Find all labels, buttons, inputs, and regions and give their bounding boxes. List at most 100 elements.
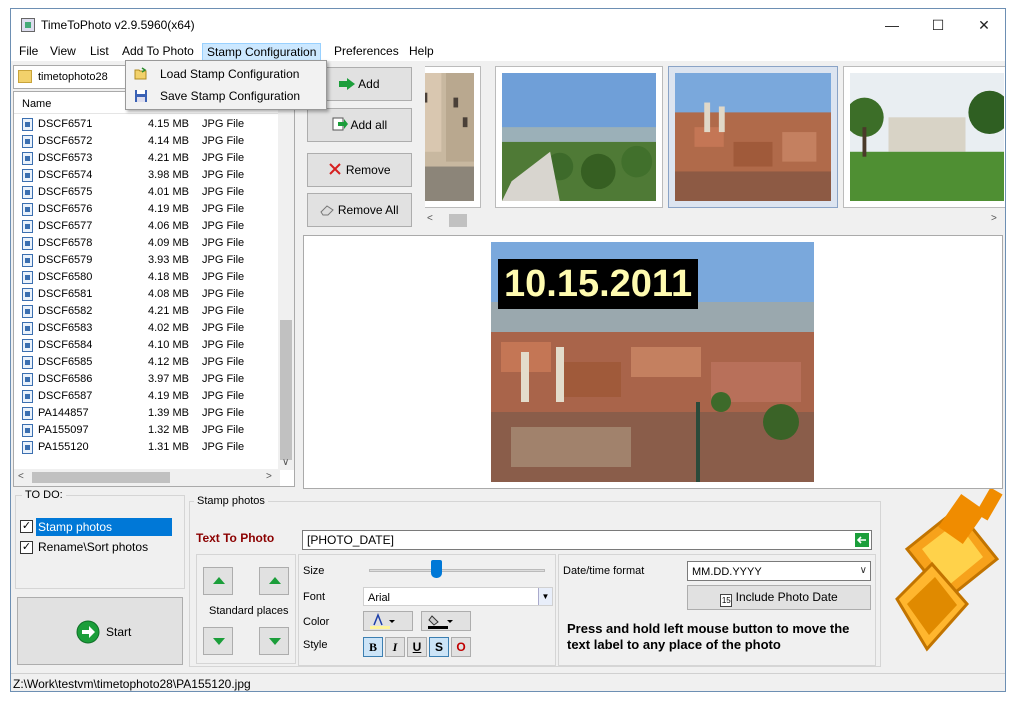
file-row[interactable]: PA155120 1.31 MB JPG File <box>14 439 280 456</box>
stamp-photos-checkbox[interactable]: ✓ <box>20 520 33 533</box>
apply-arrow-icon[interactable] <box>855 533 869 547</box>
file-list-hscroll[interactable]: < > <box>14 469 280 486</box>
add-all-button[interactable]: Add all <box>307 108 412 142</box>
file-row[interactable]: DSCF6586 3.97 MB JPG File <box>14 371 280 388</box>
thumbnail-1[interactable] <box>425 66 481 208</box>
remove-button[interactable]: Remove <box>307 153 412 187</box>
file-size: 4.19 MB <box>148 390 189 402</box>
text-color-button[interactable] <box>363 611 413 631</box>
menu-list[interactable]: List <box>86 43 113 61</box>
thumb-scroll-right-icon[interactable]: > <box>991 213 997 224</box>
underline-button[interactable]: U <box>407 637 427 657</box>
size-slider-thumb[interactable] <box>431 560 442 578</box>
maximize-button[interactable]: ☐ <box>915 9 961 41</box>
thumb-scroll-thumb[interactable] <box>449 214 467 227</box>
font-select[interactable]: Arial ▼ <box>363 587 553 606</box>
add-all-label: Add all <box>350 118 388 132</box>
file-list[interactable]: Name DSCF6571 4.15 MB JPG File DSCF6572 4.14… <box>13 91 295 487</box>
jpg-file-icon <box>22 390 33 403</box>
scroll-down-icon[interactable]: ∨ <box>282 457 289 468</box>
thumbnail-street-image <box>425 73 474 201</box>
date-format-dropdown-icon[interactable]: ∨ <box>860 562 867 580</box>
file-row[interactable]: DSCF6574 3.98 MB JPG File <box>14 167 280 184</box>
thumbnail-2[interactable] <box>495 66 663 208</box>
place-bottom-right-button[interactable] <box>259 627 289 655</box>
place-bottom-left-button[interactable] <box>203 627 233 655</box>
jpg-file-icon <box>22 356 33 369</box>
thumbnail-strip[interactable] <box>425 65 1005 209</box>
font-dropdown-icon[interactable]: ▼ <box>538 588 552 605</box>
file-row[interactable]: DSCF6571 4.15 MB JPG File <box>14 116 280 133</box>
file-row[interactable]: DSCF6573 4.21 MB JPG File <box>14 150 280 167</box>
background-color-button[interactable] <box>421 611 471 631</box>
menu-bar: File View List Add To Photo Stamp Config… <box>11 41 1005 61</box>
outline-button[interactable]: O <box>451 637 471 657</box>
remove-all-button[interactable]: Remove All <box>307 193 412 227</box>
menu-preferences[interactable]: Preferences <box>330 43 403 61</box>
file-row[interactable]: PA155097 1.32 MB JPG File <box>14 422 280 439</box>
file-size: 4.19 MB <box>148 203 189 215</box>
file-row[interactable]: DSCF6583 4.02 MB JPG File <box>14 320 280 337</box>
thumbnail-4[interactable] <box>843 66 1005 208</box>
thumb-scroll-left-icon[interactable]: < <box>427 213 433 224</box>
file-row[interactable]: DSCF6580 4.18 MB JPG File <box>14 269 280 286</box>
stamp-text-input[interactable]: [PHOTO_DATE] <box>302 530 872 550</box>
place-top-left-button[interactable] <box>203 567 233 595</box>
font-settings-group: Size Font Arial ▼ Color Style B I U S O <box>298 554 556 666</box>
menu-file[interactable]: File <box>15 43 42 61</box>
include-photo-date-button[interactable]: 15 Include Photo Date <box>687 585 871 610</box>
hscroll-thumb[interactable] <box>32 472 170 483</box>
photo-preview[interactable]: 10.15.2011 <box>303 235 1003 489</box>
minimize-button[interactable]: — <box>869 9 915 41</box>
load-stamp-config-item[interactable]: Load Stamp Configuration <box>128 63 324 85</box>
vscroll-thumb[interactable] <box>280 320 292 460</box>
file-row[interactable]: DSCF6579 3.93 MB JPG File <box>14 252 280 269</box>
close-button[interactable]: ✕ <box>961 9 1005 41</box>
file-name: DSCF6577 <box>38 220 93 232</box>
size-slider-track[interactable] <box>369 569 545 572</box>
preview-image[interactable]: 10.15.2011 <box>491 242 814 482</box>
save-stamp-config-item[interactable]: Save Stamp Configuration <box>128 85 324 107</box>
shadow-button[interactable]: S <box>429 637 449 657</box>
save-icon <box>135 90 147 102</box>
file-name: DSCF6571 <box>38 118 93 130</box>
italic-button[interactable]: I <box>385 637 405 657</box>
rename-sort-checkbox[interactable]: ✓ <box>20 541 33 554</box>
thumbnail-hscroll[interactable]: < > <box>425 211 1005 229</box>
file-size: 4.09 MB <box>148 237 189 249</box>
file-row[interactable]: PA144857 1.39 MB JPG File <box>14 405 280 422</box>
file-row[interactable]: DSCF6581 4.08 MB JPG File <box>14 286 280 303</box>
file-type: JPG File <box>202 373 245 385</box>
title-bar: TimeToPhoto v2.9.5960(x64) — ☐ ✕ <box>11 9 1005 41</box>
file-name: DSCF6585 <box>38 356 93 368</box>
menu-stamp-configuration[interactable]: Stamp Configuration <box>202 43 322 61</box>
file-row[interactable]: DSCF6575 4.01 MB JPG File <box>14 184 280 201</box>
file-row[interactable]: DSCF6587 4.19 MB JPG File <box>14 388 280 405</box>
scroll-left-icon[interactable]: < <box>18 471 24 482</box>
place-top-right-button[interactable] <box>259 567 289 595</box>
stamp-photos-label[interactable]: Stamp photos <box>36 518 172 536</box>
file-row[interactable]: DSCF6576 4.19 MB JPG File <box>14 201 280 218</box>
bold-button[interactable]: B <box>363 637 383 657</box>
file-row[interactable]: DSCF6582 4.21 MB JPG File <box>14 303 280 320</box>
file-row[interactable]: DSCF6578 4.09 MB JPG File <box>14 235 280 252</box>
start-button[interactable]: Start <box>17 597 183 665</box>
thumbnail-city-image <box>675 73 831 201</box>
file-size: 4.08 MB <box>148 288 189 300</box>
file-row[interactable]: DSCF6584 4.10 MB JPG File <box>14 337 280 354</box>
menu-add-to-photo[interactable]: Add To Photo <box>118 43 198 61</box>
remove-all-label: Remove All <box>337 203 399 217</box>
thumbnail-3[interactable] <box>668 66 838 208</box>
file-row[interactable]: DSCF6577 4.06 MB JPG File <box>14 218 280 235</box>
file-row[interactable]: DSCF6572 4.14 MB JPG File <box>14 133 280 150</box>
file-size: 1.31 MB <box>148 441 189 453</box>
file-row[interactable]: DSCF6585 4.12 MB JPG File <box>14 354 280 371</box>
menu-help[interactable]: Help <box>405 43 438 61</box>
scroll-right-icon[interactable]: > <box>266 471 272 482</box>
file-size: 4.02 MB <box>148 322 189 334</box>
rename-sort-label[interactable]: Rename\Sort photos <box>38 540 148 554</box>
menu-view[interactable]: View <box>46 43 80 61</box>
date-format-select[interactable]: MM.DD.YYYY ∨ <box>687 561 871 581</box>
file-list-vscroll[interactable]: ∨ <box>278 92 294 470</box>
date-stamp-label[interactable]: 10.15.2011 <box>498 259 699 309</box>
